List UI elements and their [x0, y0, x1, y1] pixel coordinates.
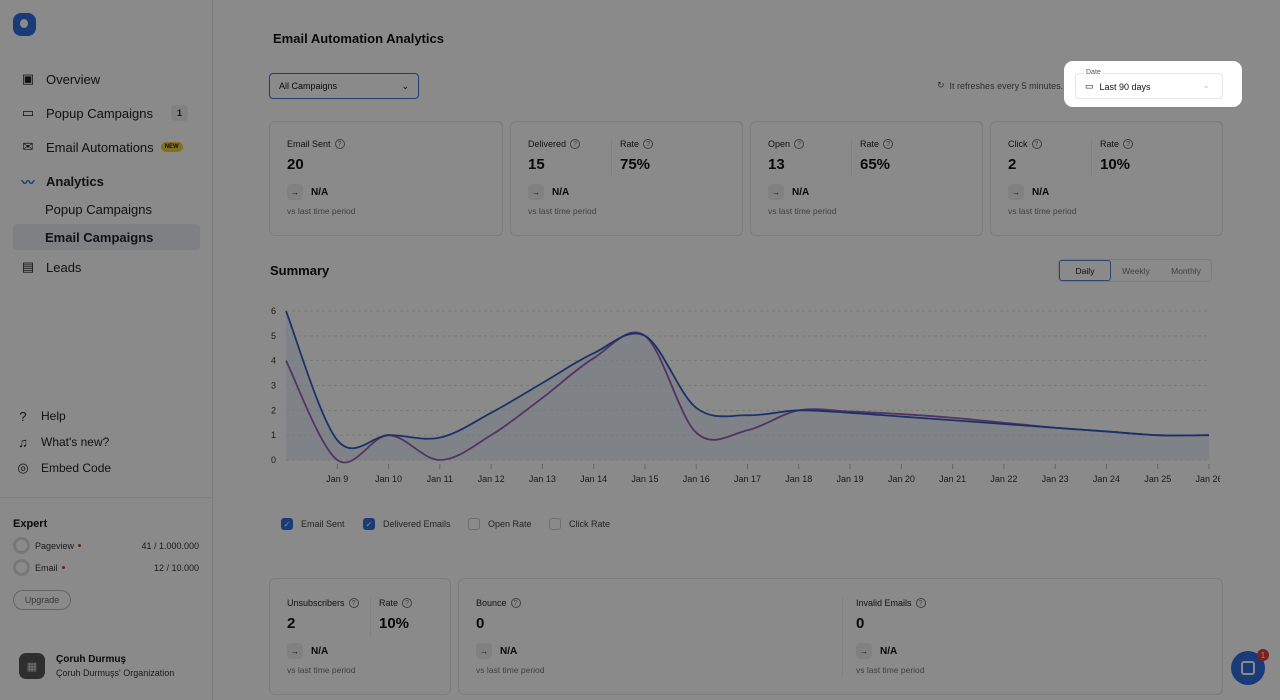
date-range-select[interactable]: Date ▭ Last 90 days ⌄: [1075, 69, 1223, 99]
date-value: Last 90 days: [1099, 81, 1151, 92]
date-picker-highlight: Date ▭ Last 90 days ⌄: [1064, 61, 1242, 107]
date-label: Date: [1084, 69, 1103, 76]
chevron-down-icon: ⌄: [1202, 80, 1210, 90]
calendar-icon: ▭: [1085, 81, 1094, 91]
